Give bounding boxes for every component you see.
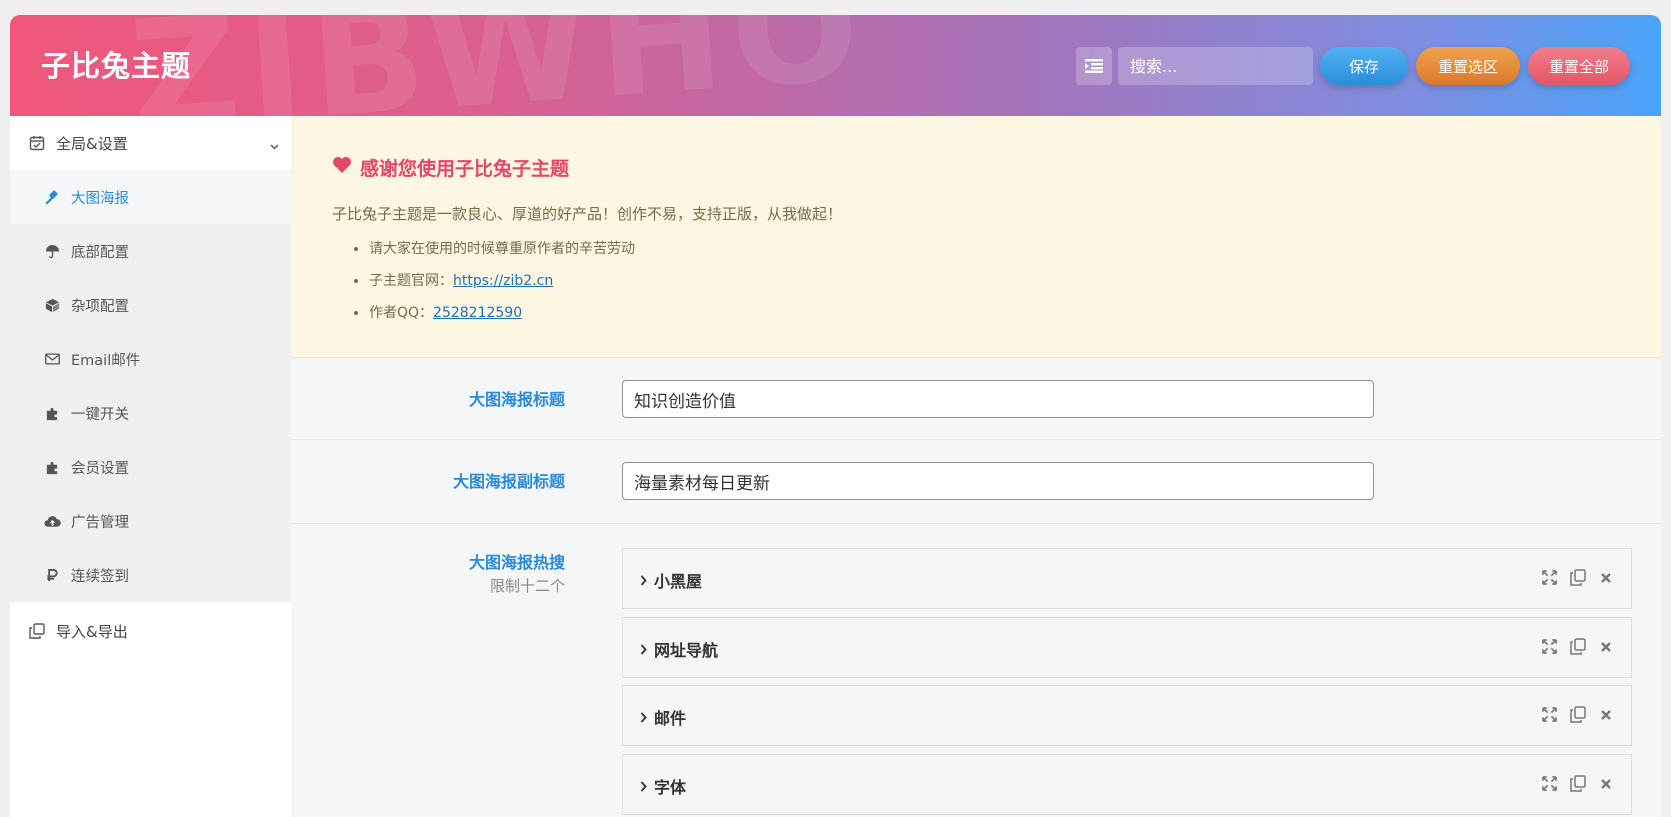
sidebar-item-label: 杂项配置 [71, 298, 129, 315]
app-frame: ZIBWHO 子比兔主题 保存 重置选区 重置全部 全局&设置 大图海报 [10, 15, 1661, 817]
group-title[interactable]: 邮件 [640, 705, 686, 729]
group-title-text: 小黑屋 [654, 572, 703, 591]
notice-text: 子比兔子主题是一款良心、厚道的好产品！创作不易，支持正版，从我做起！ [332, 205, 843, 223]
sidebar-item-misc[interactable]: 杂项配置 [10, 278, 291, 332]
sidebar-item-label: 广告管理 [71, 514, 129, 531]
sidebar-submenu: 大图海报 底部配置 杂项配置 Email邮件 一键开关 会员设置 广告管理 连续… [10, 170, 291, 602]
puzzle-icon [43, 406, 61, 421]
group-tools [1540, 774, 1615, 793]
sidebar: 全局&设置 大图海报 底部配置 杂项配置 Email邮件 一键开关 会员设置 广… [10, 116, 291, 817]
list-item-text: 请大家在使用的时候尊重原作者的辛苦劳动 [369, 241, 635, 257]
expand-icon[interactable] [1540, 568, 1559, 587]
field-label: 大图海报热搜 [468, 553, 565, 572]
chevron-right-icon [640, 777, 647, 796]
copy-icon [28, 623, 46, 639]
main-content: 感谢您使用子比兔子主题 子比兔子主题是一款良心、厚道的好产品！创作不易，支持正版… [291, 116, 1661, 817]
sidebar-section-label: 全局&设置 [56, 134, 128, 153]
field-label: 大图海报副标题 [452, 472, 565, 491]
remove-icon[interactable] [1596, 774, 1615, 793]
header-watermark: ZIBWHO [125, 15, 873, 116]
sidebar-item-footer[interactable]: 底部配置 [10, 224, 291, 278]
list-item: 作者QQ：2528212590 [369, 302, 1661, 322]
field-row-subtitle: 大图海报副标题 [291, 440, 1661, 524]
list-item: 子主题官网：https://zib2.cn [369, 270, 1661, 290]
sidebar-item-poster[interactable]: 大图海报 [10, 170, 291, 224]
chevron-right-icon [640, 571, 647, 590]
sidebar-item-label: 底部配置 [71, 244, 129, 261]
calendar-check-icon [28, 135, 46, 151]
sidebar-section-label: 导入&导出 [56, 622, 128, 641]
cube-icon [43, 298, 61, 313]
menu-toggle-button[interactable] [1076, 47, 1112, 85]
group-title-text: 邮件 [654, 709, 687, 728]
sidebar-item-label: 大图海报 [71, 190, 129, 207]
group-title[interactable]: 小黑屋 [640, 568, 702, 592]
sidebar-item-checkin[interactable]: 连续签到 [10, 548, 291, 602]
chevron-right-icon [640, 640, 647, 659]
expand-icon[interactable] [1540, 774, 1559, 793]
search-input[interactable] [1118, 47, 1313, 85]
clone-icon[interactable] [1568, 705, 1587, 724]
remove-icon[interactable] [1596, 705, 1615, 724]
notice-title: 感谢您使用子比兔子主题 [332, 154, 1661, 181]
group-item[interactable]: 邮件 [622, 685, 1632, 746]
sidebar-item-switches[interactable]: 一键开关 [10, 386, 291, 440]
clone-icon[interactable] [1568, 637, 1587, 656]
list-indent-icon [1085, 59, 1103, 73]
website-link[interactable]: https://zib2.cn [453, 273, 553, 289]
field-label: 大图海报标题 [468, 390, 565, 409]
list-item-text: 子主题官网： [369, 273, 453, 289]
remove-icon[interactable] [1596, 568, 1615, 587]
field-row-hot-search: 大图海报热搜 限制十二个 小黑屋 网址导航 邮件 字体 [291, 524, 1661, 817]
sidebar-item-label: 一键开关 [71, 406, 129, 423]
ruble-icon [43, 568, 61, 583]
expand-icon[interactable] [1540, 705, 1559, 724]
notice-title-text: 感谢您使用子比兔子主题 [360, 158, 570, 180]
poster-subtitle-input[interactable] [622, 462, 1374, 500]
app-title: 子比兔主题 [41, 49, 192, 83]
clone-icon[interactable] [1568, 568, 1587, 587]
field-row-title: 大图海报标题 [291, 358, 1661, 440]
group-tools [1540, 568, 1615, 587]
group-item[interactable]: 网址导航 [622, 617, 1632, 678]
group-title-text: 网址导航 [654, 641, 719, 660]
group-title[interactable]: 网址导航 [640, 637, 718, 661]
expand-icon[interactable] [1540, 637, 1559, 656]
heart-icon [332, 156, 352, 179]
remove-icon[interactable] [1596, 637, 1615, 656]
field-sublabel: 限制十二个 [489, 577, 565, 595]
sidebar-item-label: Email邮件 [71, 352, 141, 369]
umbrella-icon [43, 244, 61, 259]
poster-title-input[interactable] [622, 380, 1374, 418]
chevron-right-icon [640, 708, 647, 727]
group-tools [1540, 705, 1615, 724]
group-item[interactable]: 小黑屋 [622, 548, 1632, 609]
sidebar-item-email[interactable]: Email邮件 [10, 332, 291, 386]
gavel-icon [43, 189, 61, 205]
chevron-down-icon [270, 136, 279, 154]
notice-box: 感谢您使用子比兔子主题 子比兔子主题是一款良心、厚道的好产品！创作不易，支持正版… [291, 116, 1661, 358]
puzzle-icon [43, 460, 61, 475]
sidebar-section-import-export[interactable]: 导入&导出 [10, 602, 291, 660]
group-tools [1540, 637, 1615, 656]
reset-all-button[interactable]: 重置全部 [1528, 47, 1630, 85]
envelope-icon [43, 353, 61, 365]
sidebar-item-label: 连续签到 [71, 568, 129, 585]
qq-link[interactable]: 2528212590 [433, 305, 522, 321]
save-button[interactable]: 保存 [1320, 47, 1408, 85]
sidebar-item-label: 会员设置 [71, 460, 129, 477]
group-title-text: 字体 [654, 778, 687, 797]
sidebar-item-membership[interactable]: 会员设置 [10, 440, 291, 494]
sidebar-item-ads[interactable]: 广告管理 [10, 494, 291, 548]
reset-section-button[interactable]: 重置选区 [1416, 47, 1520, 85]
group-item[interactable]: 字体 [622, 754, 1632, 815]
header: ZIBWHO 子比兔主题 保存 重置选区 重置全部 [10, 15, 1661, 116]
sidebar-section-global[interactable]: 全局&设置 [10, 116, 291, 170]
list-item: 请大家在使用的时候尊重原作者的辛苦劳动 [369, 238, 1661, 258]
cloud-upload-icon [43, 515, 61, 528]
list-item-text: 作者QQ： [369, 305, 434, 321]
group-title[interactable]: 字体 [640, 774, 686, 798]
notice-list: 请大家在使用的时候尊重原作者的辛苦劳动 子主题官网：https://zib2.c… [332, 238, 1661, 322]
clone-icon[interactable] [1568, 774, 1587, 793]
